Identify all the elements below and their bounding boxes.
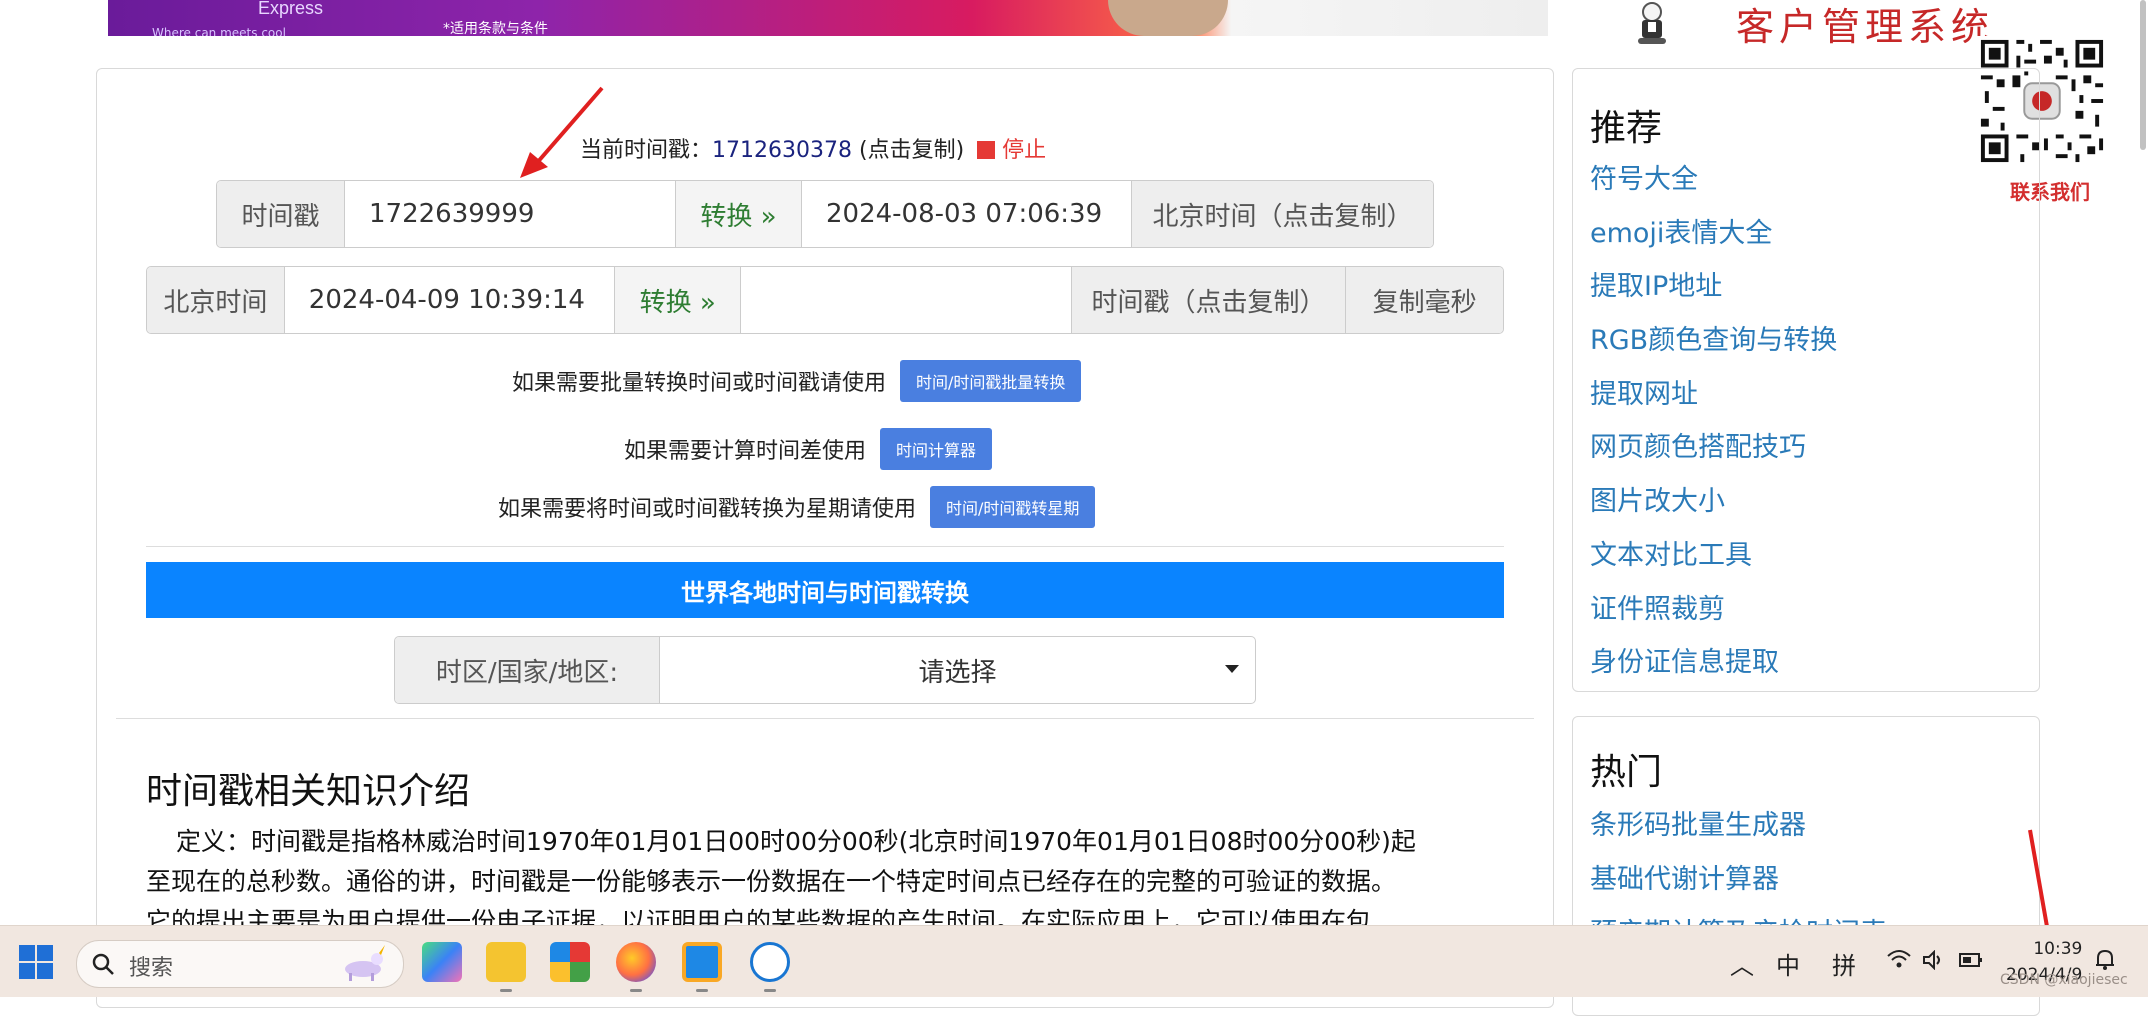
sidebar-link[interactable]: emoji表情大全 bbox=[1590, 211, 1772, 250]
batch-convert-hint: 如果需要批量转换时间或时间戳请使用 时间/时间戳批量转换 bbox=[512, 360, 1082, 402]
article-paragraph: 定义：时间戳是指格林威治时间1970年01月01日00时00分00秒(北京时间1… bbox=[146, 822, 1506, 942]
taskbar-search[interactable]: 搜索 bbox=[76, 940, 404, 988]
search-icon bbox=[92, 953, 114, 975]
divider bbox=[116, 718, 1534, 719]
time-calculator-button[interactable]: 时间计算器 bbox=[880, 428, 993, 470]
hint-text: 如果需要将时间或时间戳转换为星期请使用 bbox=[498, 497, 917, 522]
volume-icon[interactable] bbox=[1922, 950, 1944, 970]
search-placeholder: 搜索 bbox=[129, 956, 174, 981]
sidebar-link[interactable]: 图片改大小 bbox=[1590, 479, 1725, 518]
timestamp-to-date-row: 时间戳 1722639999 转换 » 2024-08-03 07:06:39 … bbox=[216, 180, 1434, 248]
hot-title: 热门 bbox=[1590, 752, 1663, 793]
copy-hint[interactable]: (点击复制) bbox=[859, 138, 964, 163]
sidebar-link[interactable]: 提取网址 bbox=[1590, 372, 1698, 411]
site-logo[interactable]: 客户管理系统 bbox=[1620, 0, 1989, 49]
article-line: 至现在的总秒数。通俗的讲，时间戳是一份能够表示一份数据在一个特定时间点已经存在的… bbox=[146, 867, 1397, 896]
stop-button[interactable]: 停止 bbox=[1002, 138, 1046, 163]
copy-beijing-time-button[interactable]: 北京时间（点击复制） bbox=[1132, 181, 1433, 247]
sidebar-link[interactable]: 条形码批量生成器 bbox=[1590, 803, 1806, 842]
copy-milliseconds-button[interactable]: 复制毫秒 bbox=[1346, 267, 1503, 333]
date-input[interactable]: 2024-04-09 10:39:14 bbox=[284, 267, 616, 333]
convert-timestamp-button[interactable]: 转换 » bbox=[676, 181, 802, 247]
timezone-row: 时区/国家/地区: 请选择 bbox=[394, 636, 1256, 704]
sidebar-link[interactable]: 文本对比工具 bbox=[1590, 533, 1752, 572]
stop-icon[interactable] bbox=[977, 141, 996, 159]
banner-brand: Express bbox=[258, 0, 324, 18]
caret-down-icon bbox=[1225, 665, 1239, 673]
hint-text: 如果需要计算时间差使用 bbox=[624, 439, 867, 464]
sidebar-link[interactable]: 证件照裁剪 bbox=[1590, 587, 1725, 626]
watermark: CSDN @xiaojiesec bbox=[2000, 972, 2128, 988]
firefox-icon[interactable] bbox=[616, 942, 656, 982]
windows-start-icon[interactable] bbox=[18, 944, 54, 980]
sidebar-link[interactable]: 符号大全 bbox=[1590, 157, 1698, 196]
clock-time: 10:39 bbox=[2033, 939, 2083, 959]
battery-icon[interactable] bbox=[1958, 950, 1984, 970]
timestamp-output[interactable] bbox=[741, 267, 1072, 333]
running-indicator bbox=[764, 989, 776, 992]
weekday-hint: 如果需要将时间或时间戳转换为星期请使用 时间/时间戳转星期 bbox=[498, 486, 1096, 528]
ime-name[interactable]: 拼 bbox=[1832, 946, 1856, 981]
virtualbox-icon[interactable] bbox=[682, 942, 722, 982]
banner-terms: *适用条款与条件 bbox=[443, 21, 548, 36]
article-line: 定义：时间戳是指格林威治时间1970年01月01日00时00分00秒(北京时间1… bbox=[176, 827, 1416, 856]
recommend-title: 推荐 bbox=[1590, 108, 1663, 149]
sidebar-link[interactable]: 网页颜色搭配技巧 bbox=[1590, 425, 1806, 464]
timezone-label: 时区/国家/地区: bbox=[395, 637, 660, 703]
copilot-icon[interactable] bbox=[422, 942, 462, 982]
world-time-header: 世界各地时间与时间戳转换 bbox=[146, 562, 1504, 618]
ad-banner[interactable]: Express Where can meets cool *适用条款与条件 bbox=[108, 0, 1548, 36]
convert-date-button[interactable]: 转换 » bbox=[615, 267, 742, 333]
scrollbar-thumb[interactable] bbox=[2140, 0, 2146, 150]
chevron-up-icon[interactable]: ︿ bbox=[1730, 946, 1754, 981]
sidebar-link[interactable]: 身份证信息提取 bbox=[1590, 640, 1779, 679]
batch-convert-button[interactable]: 时间/时间戳批量转换 bbox=[900, 360, 1082, 402]
timezone-selected: 请选择 bbox=[918, 657, 997, 688]
date-to-timestamp-row: 北京时间 2024-04-09 10:39:14 转换 » 时间戳（点击复制） … bbox=[146, 266, 1504, 334]
current-timestamp-value[interactable]: 1712630378 bbox=[712, 138, 852, 163]
notification-bell-icon[interactable] bbox=[2094, 948, 2116, 972]
recommend-panel: 推荐 符号大全 emoji表情大全 提取IP地址 RGB颜色查询与转换 提取网址… bbox=[1572, 68, 2040, 692]
weekday-convert-button[interactable]: 时间/时间戳转星期 bbox=[930, 486, 1096, 528]
site-title: 客户管理系统 bbox=[1736, 5, 1995, 49]
mascot-icon bbox=[1638, 2, 1666, 44]
timestamp-input[interactable]: 1722639999 bbox=[345, 181, 676, 247]
unicorn-icon bbox=[345, 945, 385, 981]
current-timestamp: 当前时间戳：1712630378 (点击复制) 停止 bbox=[580, 132, 1046, 164]
date-output[interactable]: 2024-08-03 07:06:39 bbox=[802, 181, 1132, 247]
app-icon[interactable] bbox=[550, 942, 590, 982]
timezone-select[interactable]: 请选择 bbox=[660, 637, 1255, 703]
sidebar-link[interactable]: RGB颜色查询与转换 bbox=[1590, 318, 1837, 357]
beijing-time-addon: 北京时间 bbox=[147, 267, 285, 333]
current-timestamp-label: 当前时间戳： bbox=[580, 138, 713, 163]
running-indicator bbox=[500, 989, 512, 992]
time-calc-hint: 如果需要计算时间差使用 时间计算器 bbox=[624, 428, 993, 470]
sidebar-link[interactable]: 基础代谢计算器 bbox=[1590, 857, 1779, 896]
timestamp-addon: 时间戳 bbox=[217, 181, 345, 247]
sidebar-link[interactable]: 提取IP地址 bbox=[1590, 264, 1722, 303]
running-indicator bbox=[696, 989, 708, 992]
divider bbox=[146, 546, 1504, 547]
file-explorer-icon[interactable] bbox=[486, 942, 526, 982]
article-title: 时间戳相关知识介绍 bbox=[146, 771, 471, 812]
app-icon[interactable] bbox=[750, 942, 790, 982]
copy-timestamp-button[interactable]: 时间戳（点击复制） bbox=[1071, 267, 1347, 333]
taskbar: 搜索 ︿ 中 拼 10:39 2024/4/9 CSDN @xiaojiesec bbox=[0, 925, 2148, 997]
wifi-icon[interactable] bbox=[1886, 948, 1912, 970]
ime-mode[interactable]: 中 bbox=[1776, 946, 1800, 981]
hint-text: 如果需要批量转换时间或时间戳请使用 bbox=[512, 371, 887, 396]
banner-person-image bbox=[1108, 0, 1228, 36]
running-indicator bbox=[630, 989, 642, 992]
banner-slogan: Where can meets cool bbox=[152, 26, 286, 36]
